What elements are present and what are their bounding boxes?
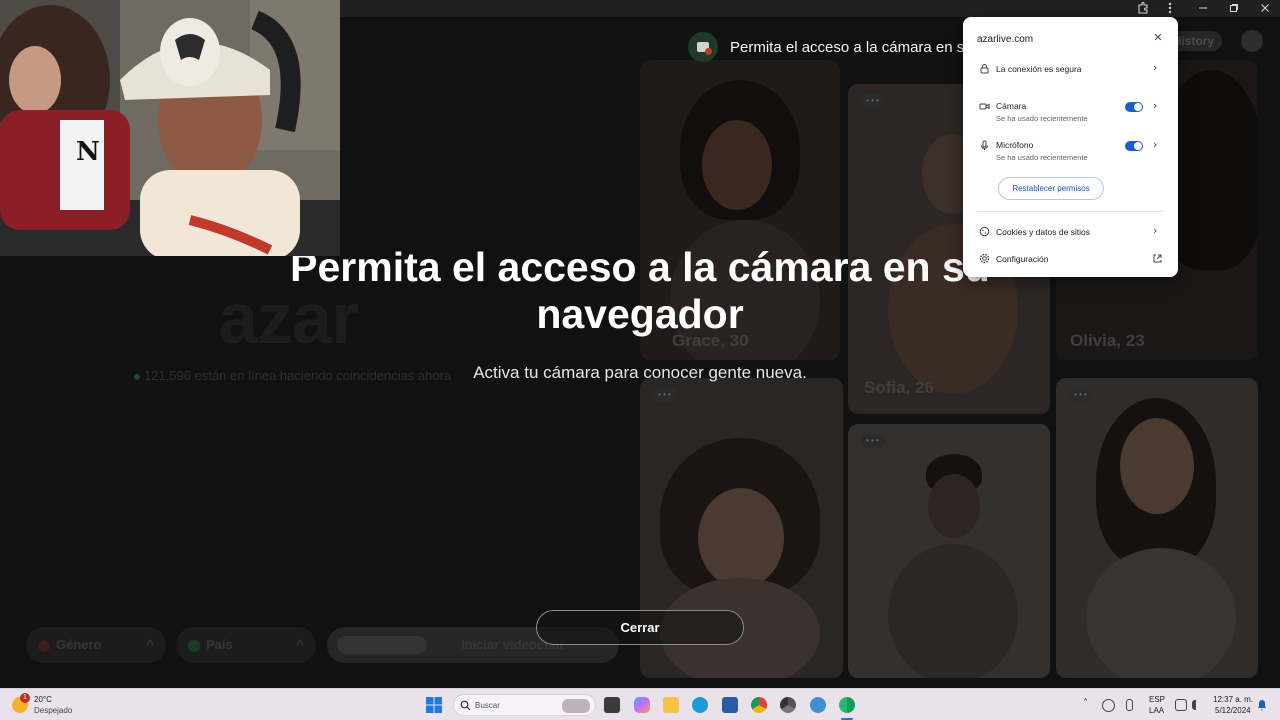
- chevron-up-icon: ^: [146, 637, 154, 652]
- camera-blocked-icon: [688, 32, 718, 62]
- gender-label: Género: [56, 637, 102, 652]
- chevron-right-icon: ›: [1153, 138, 1158, 151]
- clock-date[interactable]: 5/12/2024: [1215, 706, 1251, 715]
- chrome-profile-icon[interactable]: [780, 697, 796, 713]
- network-icon[interactable]: [1102, 699, 1115, 712]
- cookie-icon: [979, 226, 990, 237]
- svg-text:N: N: [76, 137, 100, 167]
- country-label: País: [206, 637, 233, 652]
- minimize-icon[interactable]: [1188, 0, 1218, 17]
- connection-label: La conexión es segura: [996, 64, 1082, 74]
- camera-toggle[interactable]: [1125, 102, 1143, 112]
- camera-permission-banner: Permita el acceso a la cámara en su nave…: [688, 32, 978, 62]
- avatar[interactable]: [1241, 30, 1263, 52]
- site-info-popup: azarlive.com ✕ La conexión es segura › C…: [963, 17, 1178, 277]
- wifi-icon[interactable]: [1175, 699, 1187, 711]
- task-view-icon[interactable]: [604, 697, 620, 713]
- taskbar: 1 20°C Despejado Buscar ˄ ESP LAA 12:37 …: [0, 688, 1280, 720]
- cookies-label: Cookies y datos de sitios: [996, 227, 1091, 237]
- gear-icon: [979, 253, 990, 264]
- search-icon: [460, 700, 471, 711]
- app-icon[interactable]: [810, 697, 826, 713]
- webcam-overlay: N: [0, 0, 340, 256]
- camera-sub: Se ha usado recientemente: [996, 114, 1088, 123]
- window-close-icon[interactable]: [1250, 0, 1280, 17]
- lock-icon: [980, 64, 989, 74]
- chrome-icon[interactable]: [751, 697, 767, 713]
- chevron-up-icon: ^: [296, 637, 304, 652]
- country-filter[interactable]: País ^: [176, 627, 316, 663]
- language-top[interactable]: ESP: [1149, 695, 1165, 704]
- profile-card[interactable]: • • •: [1056, 378, 1258, 678]
- connection-secure-row[interactable]: La conexión es segura ›: [963, 60, 1178, 78]
- taskbar-search[interactable]: Buscar: [453, 694, 596, 716]
- gender-icon: [38, 639, 50, 652]
- chrome-active-icon[interactable]: [839, 697, 855, 713]
- microphone-label: Micrófono: [996, 140, 1034, 150]
- file-explorer-icon[interactable]: [663, 697, 679, 713]
- edge-icon[interactable]: [692, 697, 708, 713]
- external-link-icon: [1153, 254, 1162, 263]
- volume-icon[interactable]: [1192, 700, 1202, 710]
- weather-badge: 1: [20, 693, 30, 703]
- settings-label: Configuración: [996, 254, 1049, 264]
- language-bottom[interactable]: LAA: [1149, 706, 1164, 715]
- weather-temp: 20°C: [34, 695, 52, 704]
- page-subtitle: Activa tu cámara para conocer gente nuev…: [473, 363, 807, 382]
- camera-permission-row[interactable]: Cámara Se ha usado recientemente ›: [963, 98, 1178, 124]
- online-dot-icon: [134, 373, 140, 380]
- microphone-permission-row[interactable]: Micrófono Se ha usado recientemente ›: [963, 137, 1178, 163]
- live-badge: • • •: [652, 388, 677, 402]
- profile-name: Olivia, 23: [1070, 331, 1145, 350]
- chevron-up-icon[interactable]: ˄: [1083, 698, 1088, 709]
- search-highlight-icon: [562, 699, 590, 713]
- live-badge: • • •: [1068, 388, 1093, 402]
- restore-icon[interactable]: [1219, 0, 1249, 17]
- profile-card[interactable]: • • •: [848, 424, 1050, 678]
- cookies-row[interactable]: Cookies y datos de sitios ›: [963, 223, 1178, 241]
- avatars-stack: [337, 636, 427, 654]
- divider: [977, 211, 1164, 212]
- chevron-right-icon: ›: [1153, 99, 1158, 112]
- video-camera-icon: [979, 103, 990, 110]
- live-badge: • • •: [860, 434, 885, 448]
- search-placeholder: Buscar: [475, 701, 500, 710]
- clock-time[interactable]: 12:37 a. m.: [1213, 695, 1253, 704]
- store-icon[interactable]: [722, 697, 738, 713]
- screen: History azar 121,596 están en línea haci…: [0, 0, 1280, 720]
- page-title: Permita el acceso a la cámara en su nave…: [290, 244, 990, 337]
- chevron-right-icon: ›: [1153, 224, 1158, 237]
- kebab-menu-icon[interactable]: [1155, 0, 1185, 17]
- microphone-toggle[interactable]: [1125, 141, 1143, 151]
- microphone-sub: Se ha usado recientemente: [996, 153, 1088, 162]
- site-domain: azarlive.com: [977, 34, 1034, 45]
- reset-permissions-button[interactable]: Restablecer permisos: [998, 177, 1104, 200]
- banner-text: Permita el acceso a la cámara en su nave…: [730, 39, 978, 56]
- settings-row[interactable]: Configuración: [963, 250, 1178, 268]
- microphone-tray-icon[interactable]: [1126, 699, 1133, 711]
- weather-desc: Despejado: [34, 706, 73, 715]
- close-button[interactable]: Cerrar: [536, 610, 744, 645]
- notification-bell-icon[interactable]: [1257, 699, 1267, 711]
- popup-close-icon[interactable]: ✕: [1151, 31, 1165, 45]
- live-badge: • • •: [860, 94, 885, 108]
- gender-filter[interactable]: Género ^: [26, 627, 166, 663]
- globe-icon: [188, 639, 200, 652]
- puzzle-icon[interactable]: [1128, 0, 1158, 17]
- camera-label: Cámara: [996, 101, 1027, 111]
- copilot-icon[interactable]: [634, 697, 650, 713]
- microphone-icon: [981, 140, 988, 150]
- chevron-right-icon: ›: [1153, 61, 1158, 74]
- windows-start-icon[interactable]: [426, 697, 442, 713]
